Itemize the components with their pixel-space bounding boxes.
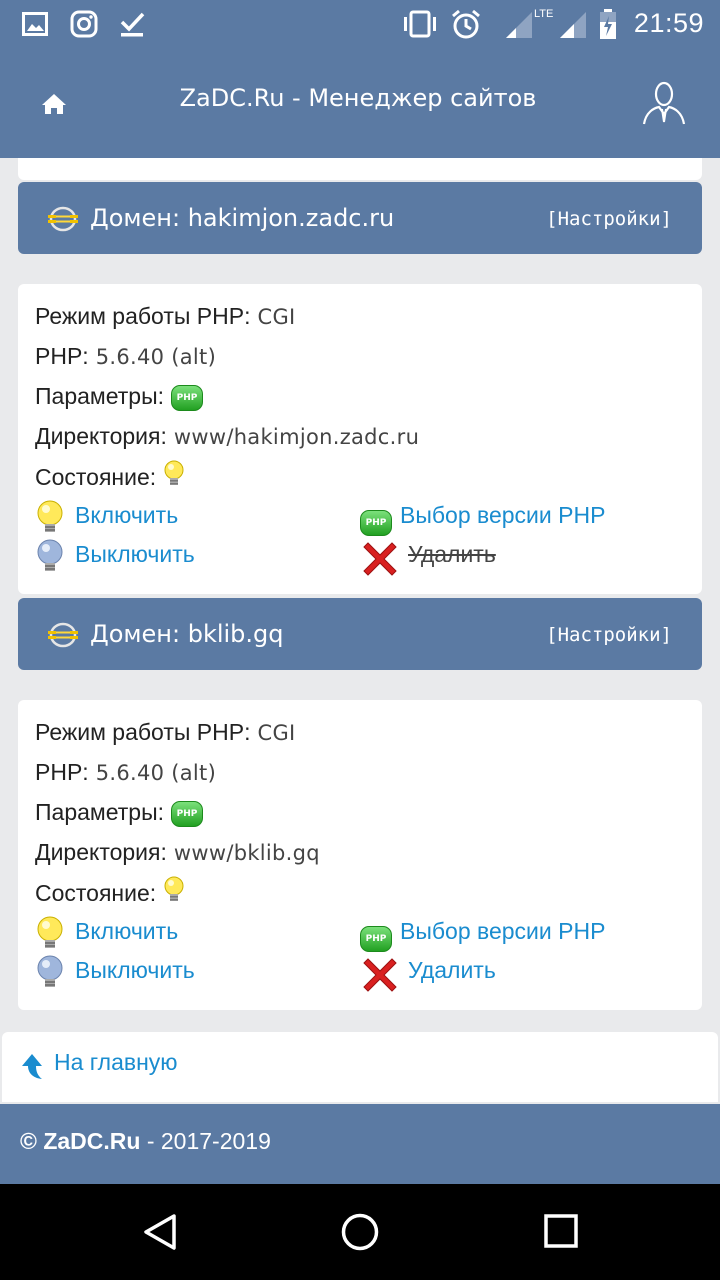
php-version-value: 5.6.40 (alt): [95, 345, 217, 369]
php-version-label: Выбор версии PHP: [400, 502, 606, 528]
php-mode-row: Режим работы PHP: CGI: [35, 716, 296, 748]
user-profile-icon[interactable]: [640, 80, 688, 126]
php-label: PHP:: [35, 759, 89, 785]
php-mode-label: Режим работы PHP:: [35, 719, 251, 745]
system-nav-bar: [0, 1184, 720, 1280]
php-mode-row: Режим работы PHP: CGI: [35, 300, 296, 332]
php-mode-label: Режим работы PHP:: [35, 303, 251, 329]
bulb-off-icon: [35, 539, 65, 582]
clock: 21:59: [633, 8, 704, 38]
image-icon: [22, 12, 48, 40]
page-title: ZaDC.Ru - Менеджер сайтов: [179, 84, 537, 112]
network-type: LTE: [534, 8, 554, 20]
directory-row: Директория: www/hakimjon.zadc.ru: [35, 420, 419, 452]
footer: © ZaDC.Ru - 2017-2019: [0, 1104, 720, 1184]
directory-value: www/hakimjon.zadc.ru: [173, 425, 420, 449]
enable-label: Включить: [75, 502, 179, 528]
bulb-on-icon: [163, 876, 185, 914]
state-label: Состояние:: [35, 880, 157, 906]
domain-title: Домен: bklib.gq: [90, 620, 284, 648]
php-version-row: PHP: 5.6.40 (alt): [35, 340, 216, 372]
domain-title: Домен: hakimjon.zadc.ru: [90, 204, 395, 232]
php-mode-value: CGI: [257, 305, 296, 329]
php-version-label: Выбор версии PHP: [400, 918, 606, 944]
download-done-icon: [118, 10, 146, 42]
status-bar: LTE 21:59: [0, 0, 720, 48]
instagram-icon: [70, 10, 98, 42]
state-row: Состояние:: [35, 876, 185, 908]
settings-link[interactable]: [Настройки]: [546, 624, 672, 646]
content-area: Домен: hakimjon.zadc.ru [Настройки] Режи…: [0, 158, 720, 1104]
directory-value: www/bklib.gq: [173, 841, 320, 865]
delete-x-icon: [360, 955, 400, 1004]
php-label: PHP:: [35, 343, 89, 369]
home-link-label: На главную: [54, 1049, 178, 1075]
home-link[interactable]: На главную: [2, 1032, 718, 1102]
delete-label: Удалить: [408, 957, 496, 983]
bulb-off-icon: [35, 955, 65, 998]
domain-icon: [48, 206, 78, 232]
params-label: Параметры:: [35, 799, 164, 825]
battery-icon: [598, 8, 618, 44]
delete-x-icon: [360, 539, 400, 588]
signal-icon: [504, 10, 534, 44]
directory-label: Директория:: [35, 839, 167, 865]
settings-link[interactable]: [Настройки]: [546, 208, 672, 230]
back-icon[interactable]: [140, 1212, 180, 1252]
signal-icon-2: [558, 10, 588, 44]
previous-card: [18, 158, 702, 180]
home-circle-icon[interactable]: [340, 1212, 380, 1252]
disable-label: Выключить: [75, 541, 195, 567]
arrow-up-icon: [20, 1052, 44, 1084]
bulb-on-icon: [35, 500, 65, 543]
params-row: Параметры: PHP: [35, 380, 203, 412]
domain-icon: [48, 622, 78, 648]
php-icon: PHP: [360, 504, 392, 538]
params-label: Параметры:: [35, 383, 164, 409]
directory-label: Директория:: [35, 423, 167, 449]
php-params-icon[interactable]: PHP: [171, 801, 203, 827]
bulb-on-icon: [163, 460, 185, 498]
footer-brand: © ZaDC.Ru: [20, 1128, 141, 1154]
alarm-icon: [450, 8, 482, 44]
vibrate-icon: [400, 10, 440, 42]
state-label: Состояние:: [35, 464, 157, 490]
domain-details: Режим работы PHP: CGI PHP: 5.6.40 (alt) …: [18, 284, 702, 594]
footer-years: - 2017-2019: [140, 1128, 271, 1154]
enable-label: Включить: [75, 918, 179, 944]
recents-icon[interactable]: [542, 1212, 582, 1252]
php-icon: PHP: [360, 920, 392, 954]
php-version-row: PHP: 5.6.40 (alt): [35, 756, 216, 788]
copyright: © ZaDC.Ru - 2017-2019: [20, 1128, 271, 1155]
php-version-value: 5.6.40 (alt): [95, 761, 217, 785]
directory-row: Директория: www/bklib.gq: [35, 836, 320, 868]
domain-header: Домен: hakimjon.zadc.ru [Настройки]: [18, 182, 702, 254]
php-params-icon[interactable]: PHP: [171, 385, 203, 411]
params-row: Параметры: PHP: [35, 796, 203, 828]
disable-label: Выключить: [75, 957, 195, 983]
app-header: ZaDC.Ru - Менеджер сайтов: [0, 48, 720, 158]
bulb-on-icon: [35, 916, 65, 959]
domain-header: Домен: bklib.gq [Настройки]: [18, 598, 702, 670]
php-mode-value: CGI: [257, 721, 296, 745]
delete-label: Удалить: [408, 541, 496, 567]
domain-details: Режим работы PHP: CGI PHP: 5.6.40 (alt) …: [18, 700, 702, 1010]
state-row: Состояние:: [35, 460, 185, 492]
